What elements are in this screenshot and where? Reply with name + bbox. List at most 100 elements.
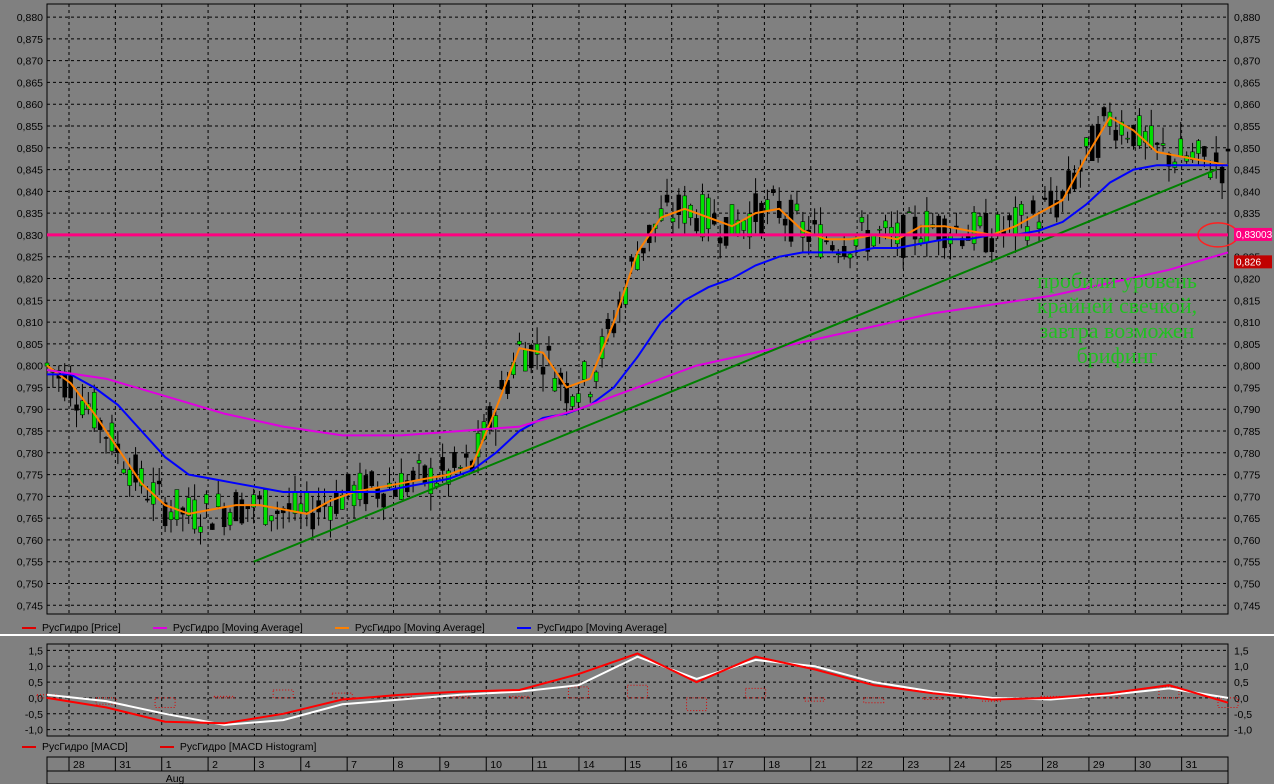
candle-body — [416, 460, 422, 464]
y-tick-label-right: 0,765 — [1234, 513, 1260, 525]
candle-body — [1154, 142, 1160, 145]
candle-body — [1013, 207, 1018, 237]
y-tick-label-left: 0,795 — [17, 382, 43, 394]
y-tick-label-left: 0,755 — [17, 557, 43, 569]
candle-body — [1113, 129, 1119, 141]
candle-body — [706, 197, 711, 230]
y-tick-label-right: 0,780 — [1234, 448, 1260, 460]
y-tick-label-right: 0,755 — [1234, 557, 1260, 569]
y-tick-label-right: 0,785 — [1234, 426, 1260, 438]
candle-body — [694, 218, 699, 232]
candle-body — [582, 361, 587, 380]
candle-body — [753, 193, 758, 222]
candle-body — [351, 484, 357, 507]
candle-body — [517, 340, 522, 345]
candle-body — [729, 204, 735, 236]
y-tick-label-left: 0,815 — [17, 295, 43, 307]
y-tick-label-left: 0,800 — [17, 361, 43, 373]
candle-body — [641, 247, 646, 254]
y-tick-label-right: 0,775 — [1234, 470, 1260, 482]
macd-y-tick-label-left: -0,5 — [25, 709, 43, 721]
y-tick-label-left: 0,840 — [17, 186, 43, 198]
chart-annotation: пробили уровень крайней свечкой, завтра … — [1012, 268, 1222, 368]
macd-y-tick-label-left: 1,0 — [28, 661, 43, 673]
candle-body — [836, 253, 841, 256]
y-tick-label-left: 0,870 — [17, 56, 43, 68]
candle-body — [1125, 137, 1130, 140]
time-tick-label: 22 — [861, 759, 873, 771]
y-tick-label-right: 0,805 — [1234, 339, 1260, 351]
candle-body — [546, 345, 552, 351]
month-label: Aug — [166, 773, 185, 784]
candle-body — [121, 468, 127, 474]
y-tick-label-left: 0,825 — [17, 252, 43, 264]
y-tick-label-left: 0,785 — [17, 426, 43, 438]
candle-body — [871, 235, 876, 247]
time-tick-label: 8 — [398, 759, 404, 771]
candle-body — [906, 211, 912, 213]
time-tick-label: 31 — [119, 759, 131, 771]
candle-body — [771, 189, 776, 193]
annotation-line: крайней свечкой, — [1036, 293, 1198, 318]
candle-body — [168, 511, 174, 520]
candle-body — [292, 491, 298, 514]
candle-body — [593, 371, 599, 382]
candle-body — [1225, 148, 1231, 152]
time-tick-label: 25 — [1000, 759, 1012, 771]
candle-body — [62, 371, 67, 398]
y-tick-label-left: 0,775 — [17, 470, 43, 482]
candle-body — [1178, 138, 1184, 157]
y-tick-label-right: 0,800 — [1234, 361, 1260, 373]
time-tick-label: 4 — [305, 759, 311, 771]
candle-body — [936, 215, 941, 242]
y-tick-label-left: 0,830 — [17, 230, 43, 242]
y-tick-label-left: 0,880 — [17, 12, 43, 24]
legend-label: РусГидро [Price] — [42, 622, 121, 634]
macd-y-tick-label-left: -1,0 — [25, 725, 43, 737]
y-tick-label-left: 0,860 — [17, 99, 43, 111]
candle-body — [570, 396, 575, 407]
time-tick-label: 30 — [1139, 759, 1151, 771]
macd-y-tick-label-right: 1,5 — [1234, 645, 1249, 657]
candle-body — [458, 467, 463, 469]
y-tick-label-left: 0,855 — [17, 121, 43, 133]
chart-canvas: 0,880 0,880 0,875 0,875 0,870 0,870 0,865 0,865… — [0, 3, 1274, 784]
y-tick-label-right: 0,835 — [1234, 208, 1260, 220]
y-tick-label-left: 0,780 — [17, 448, 43, 460]
candle-body — [741, 220, 747, 231]
candle-body — [942, 218, 947, 249]
y-tick-label-left: 0,850 — [17, 143, 43, 155]
candle-body — [859, 217, 865, 223]
y-tick-label-right: 0,850 — [1234, 143, 1260, 155]
legend-swatch — [334, 627, 349, 629]
y-tick-label-right: 0,845 — [1234, 165, 1260, 177]
candle-body — [717, 237, 723, 244]
candle-body — [1219, 166, 1225, 184]
candle-body — [174, 489, 180, 520]
macd-panel: 1,5 1,51,0 1,00,5 0,50,0 0,0-0,5 -0,5-1,0 -1,0 — [25, 643, 1252, 737]
annotation-line: брифинг — [1076, 343, 1158, 368]
candle-body — [452, 452, 457, 468]
candle-body — [221, 507, 227, 528]
y-tick-label-left: 0,770 — [17, 491, 43, 503]
y-tick-label-left: 0,820 — [17, 274, 43, 286]
legend-swatch — [22, 746, 36, 748]
candle-body — [1202, 146, 1207, 157]
candle-body — [1030, 200, 1036, 214]
candle-body — [977, 216, 983, 227]
y-tick-label-right: 0,840 — [1234, 186, 1260, 198]
annotation-line: пробили уровень — [1037, 268, 1197, 293]
candle-body — [275, 510, 280, 514]
candle-body — [540, 366, 546, 375]
time-tick-label: 29 — [1093, 759, 1105, 771]
candle-body — [103, 437, 109, 439]
candle-body — [1101, 107, 1107, 117]
candle-body — [369, 471, 375, 487]
time-tick-label: 14 — [583, 759, 595, 771]
candle-body — [422, 465, 428, 484]
candle-body — [552, 378, 558, 392]
time-tick-label: 24 — [954, 759, 966, 771]
candle-body — [605, 318, 611, 329]
candle-body — [80, 400, 85, 416]
y-tick-label-right: 0,745 — [1234, 600, 1260, 612]
